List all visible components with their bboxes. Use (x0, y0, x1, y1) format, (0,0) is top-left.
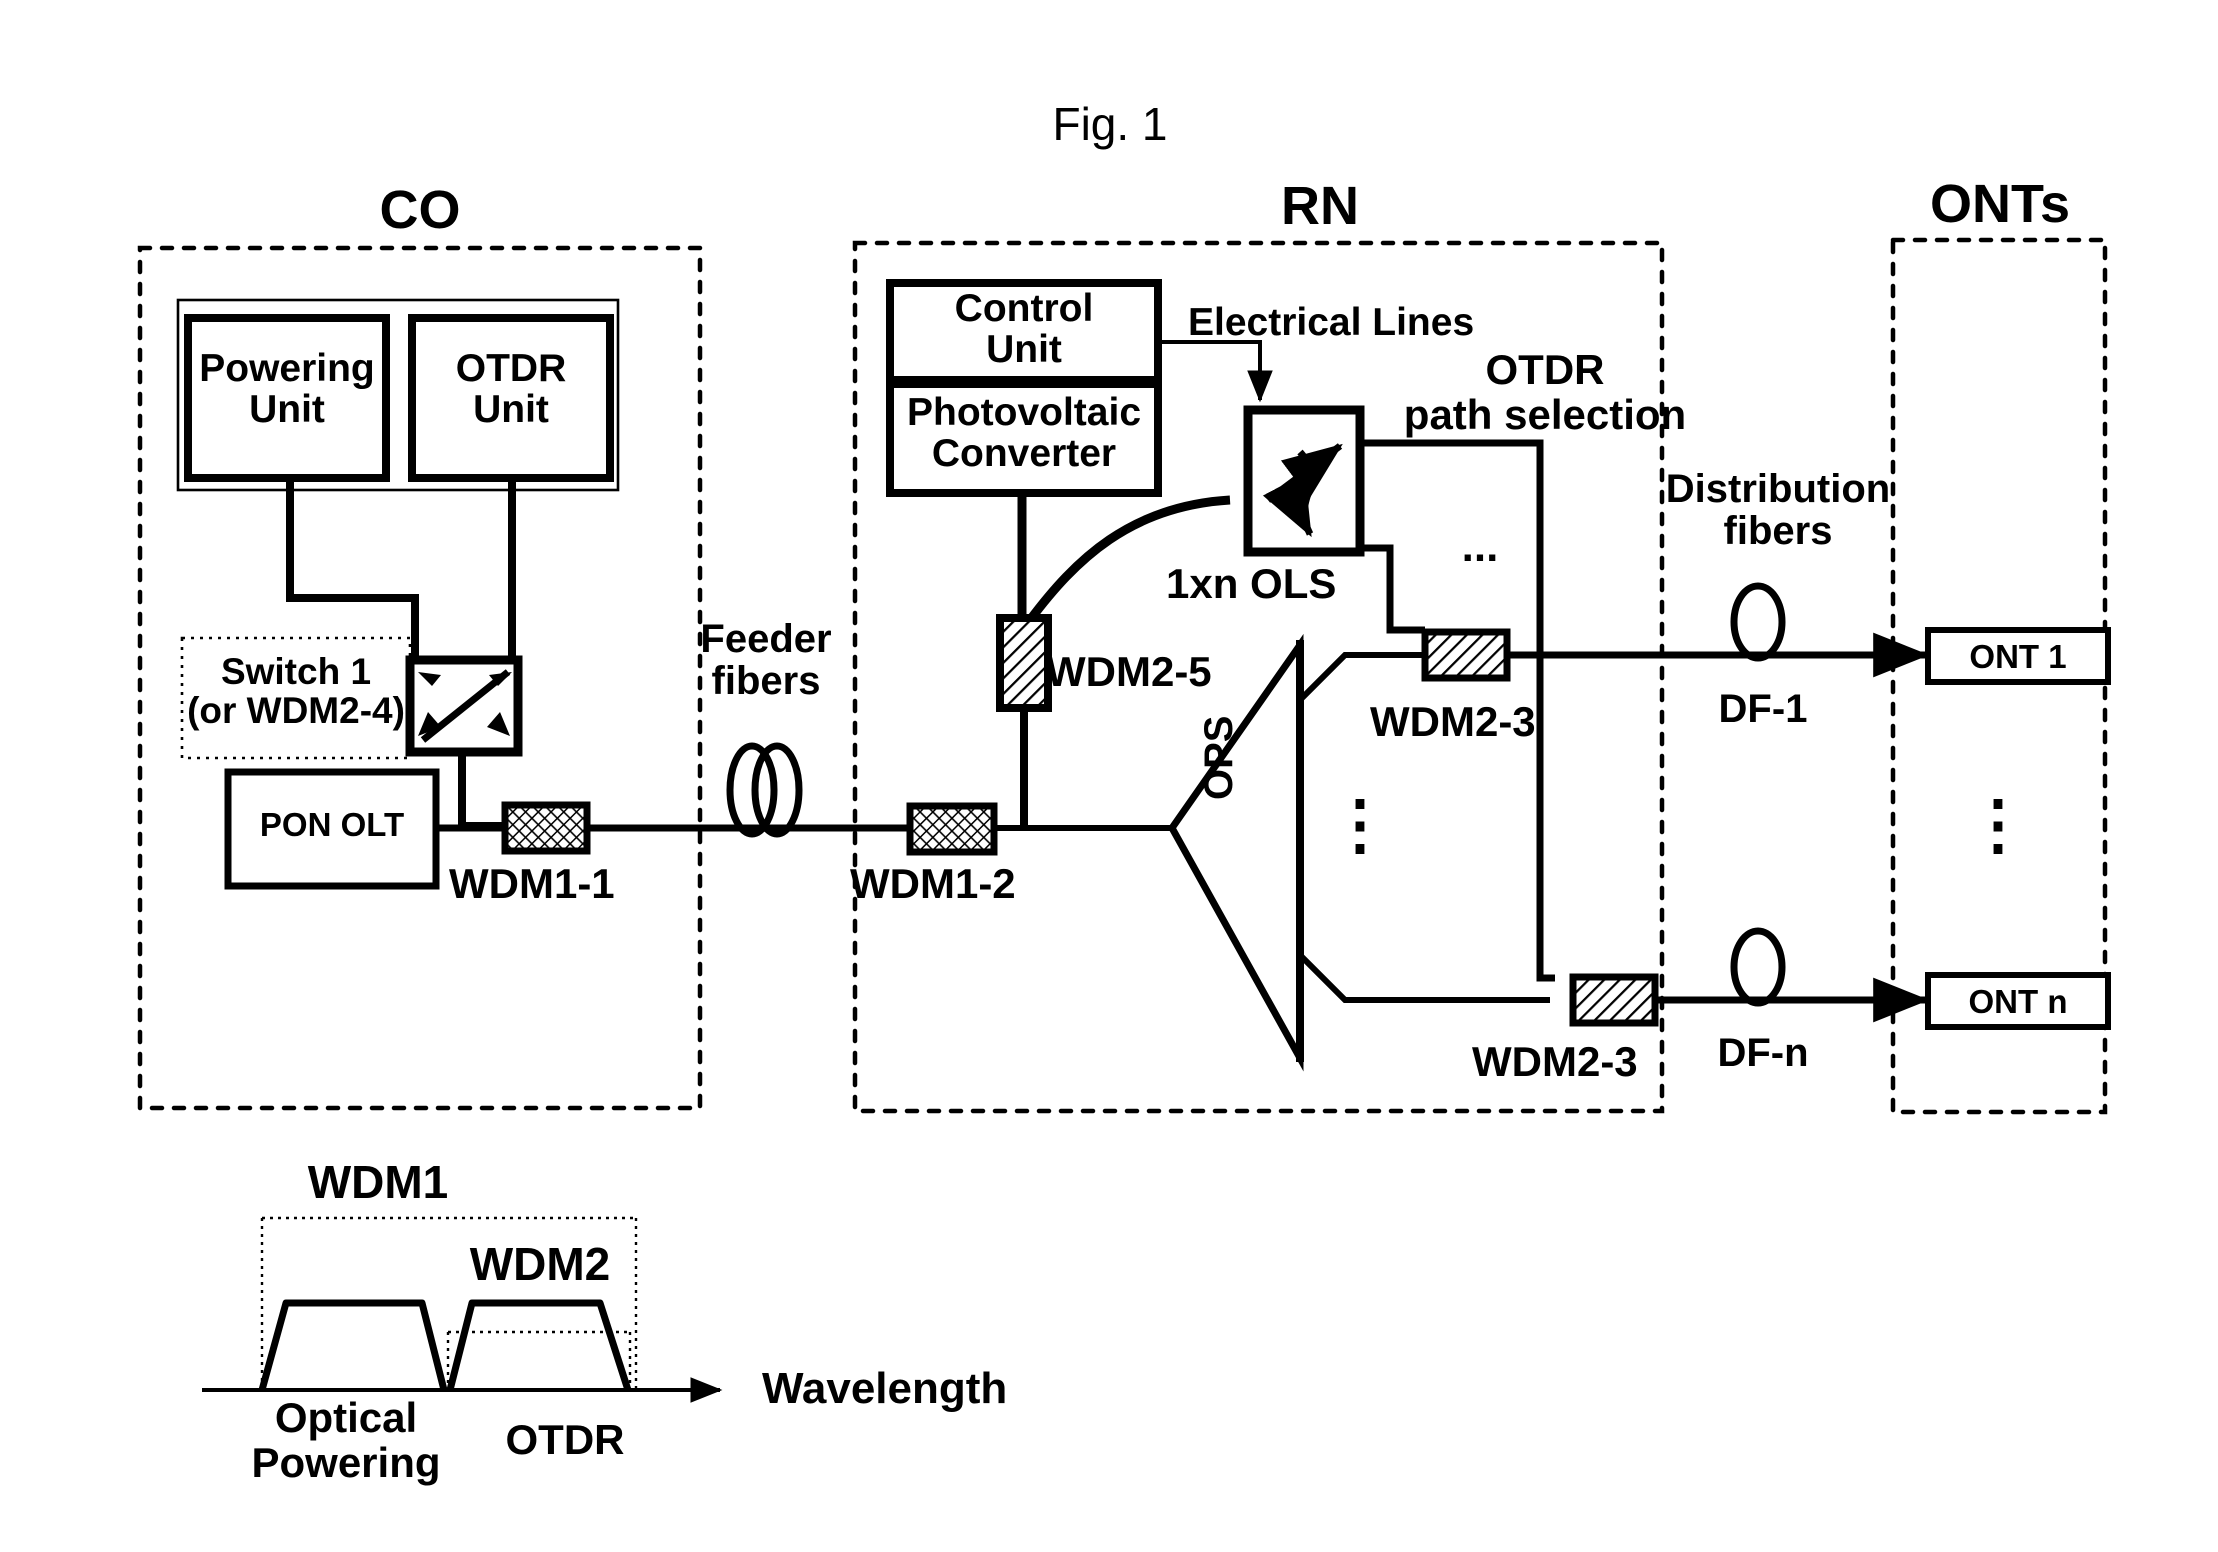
otdr-band-label: OTDR (505, 1416, 625, 1463)
powering-unit-label: Powering Unit (199, 347, 375, 432)
df-n-label: DF-n (1717, 1031, 1809, 1075)
switch1-output-lead (458, 752, 505, 830)
section-label-onts: ONTs (1929, 174, 2070, 234)
electrical-lines-label: Electrical Lines (1188, 301, 1475, 344)
optical-powering-passband (258, 1299, 448, 1391)
wdm2-5-label: WDM2-5 (1046, 648, 1212, 695)
ols-label: 1xn OLS (1166, 560, 1337, 607)
ops-output-top (1297, 652, 1425, 703)
ols-output-top-branch (1360, 544, 1425, 634)
wdm1-band-label: WDM1 (307, 1156, 449, 1208)
otdr-passband (446, 1299, 632, 1392)
ops-splitter (1167, 633, 1304, 1072)
wdm2-3-top-coupler (1421, 628, 1511, 682)
photovoltaic-converter-label: Photovoltaic Converter (906, 391, 1142, 476)
ops-output-bottom (1297, 952, 1550, 1003)
electrical-line-path (1158, 340, 1273, 403)
wdm2-bracket (446, 1330, 632, 1390)
section-label-rn: RN (1281, 176, 1359, 236)
rn-horizontal-ellipsis: ... (1461, 522, 1499, 571)
otdr-path-selection-label: OTDR path selection (1403, 346, 1687, 438)
optical-powering-band-label: Optical Powering (251, 1394, 441, 1486)
otdr-unit-label: OTDR Unit (455, 347, 567, 432)
wdm1-2-label: WDM1-2 (850, 860, 1016, 907)
feeder-fibers-label: Feeder fibers (700, 617, 832, 704)
ont-1-label: ONT 1 (1969, 638, 2067, 675)
ols-box (1243, 405, 1365, 557)
wdm2-3-bottom-label: WDM2-3 (1472, 1038, 1638, 1085)
control-unit-label: Control Unit (954, 287, 1094, 372)
pon-olt-label: PON OLT (259, 806, 405, 843)
ont-n-label: ONT n (1968, 983, 2068, 1020)
wdm1-1-label: WDM1-1 (449, 860, 615, 907)
df-n-loop (1730, 927, 1786, 1007)
wavelength-axis-label: Wavelength (762, 1364, 1008, 1413)
wdm2-band-label: WDM2 (469, 1238, 611, 1290)
onts-vertical-ellipsis: ⋮ (1965, 787, 2031, 861)
figure-1-diagram: Fig. 1 CO RN ONTs Powering Unit OTDR Uni… (0, 0, 2218, 1552)
switch1-label: Switch 1 (or WDM2-4) (187, 651, 405, 732)
df-1-label: DF-1 (1718, 687, 1808, 731)
rn-vertical-ellipsis: ⋮ (1327, 787, 1393, 861)
wdm1-2-coupler (906, 802, 998, 856)
wdm1-1-coupler (501, 801, 591, 855)
section-label-co: CO (379, 180, 461, 240)
wdm2-3-bottom-coupler (1569, 973, 1659, 1027)
df-1-loop (1730, 582, 1786, 662)
figure-title: Fig. 1 (1052, 98, 1168, 150)
wdm2-3-top-label: WDM2-3 (1370, 698, 1536, 745)
ops-label: OPS (1197, 715, 1241, 800)
powering-unit-lead (286, 482, 419, 660)
distribution-fibers-label: Distribution fibers (1665, 467, 1891, 554)
wdm2-5-coupler (996, 614, 1052, 712)
